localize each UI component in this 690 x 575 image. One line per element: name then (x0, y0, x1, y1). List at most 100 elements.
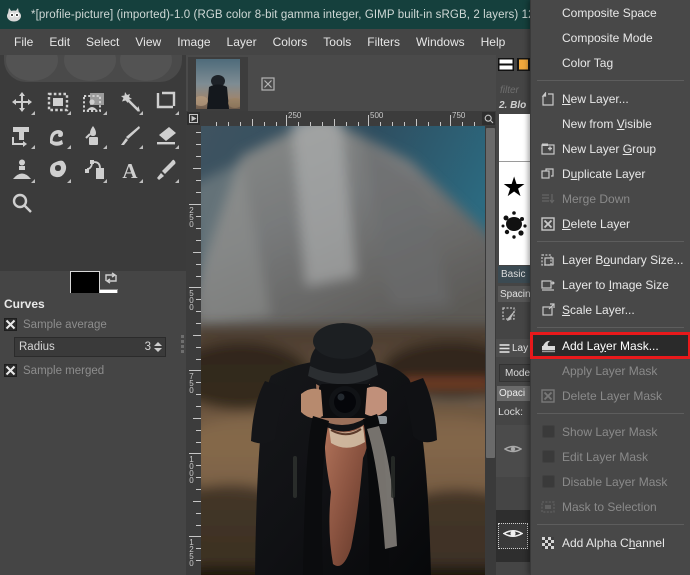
paintbrush-tool-icon[interactable] (112, 119, 148, 153)
menu-item-composite-mode[interactable]: Composite Mode (531, 25, 690, 50)
brush-list-separator (499, 161, 530, 162)
zoom-tool-icon[interactable] (4, 187, 40, 221)
checkbox-checked-icon-2[interactable] (4, 364, 17, 377)
menu-item-layer-to-image-size[interactable]: Layer to Image Size (531, 272, 690, 297)
brush-filter-label: filter (500, 85, 519, 96)
ruler-h-label-500: 500 (370, 111, 384, 120)
menu-item-mask-to-selection: Mask to Selection (531, 494, 690, 519)
gradients-tab-icon[interactable] (516, 57, 530, 71)
layer-boundary-size-icon (539, 252, 557, 268)
layer-mode-dropdown[interactable]: Mode (499, 364, 530, 382)
brush-star-icon[interactable]: ★ (502, 174, 526, 201)
menu-separator-3 (537, 327, 684, 328)
menu-item-composite-space[interactable]: Composite Space (531, 0, 690, 25)
bucket-fill-tool-icon[interactable] (40, 119, 76, 153)
layer-opacity-label: Opaci (497, 386, 530, 401)
menu-item-add-layer-mask[interactable]: Add Layer Mask... (530, 332, 690, 359)
menubar-item-edit[interactable]: Edit (41, 32, 78, 53)
clone-tool-icon[interactable] (4, 153, 40, 187)
transform-tool-icon[interactable] (4, 119, 40, 153)
menubar-item-windows[interactable]: Windows (408, 32, 473, 53)
edit-brush-icon[interactable] (502, 307, 518, 323)
layer-list-item-2-selected[interactable] (496, 510, 530, 562)
text-tool-icon[interactable]: A (112, 153, 148, 187)
new-layer-icon (539, 91, 557, 107)
menu-label-new-from-visible: New from Visible (562, 116, 652, 131)
menu-label-new-layer: New Layer... (562, 91, 629, 106)
menu-item-layer-boundary-size[interactable]: Layer Boundary Size... (531, 247, 690, 272)
menubar-item-select[interactable]: Select (78, 32, 127, 53)
menu-label-new-layer-group: New Layer Group (562, 141, 657, 156)
layers-tab[interactable]: Lay (496, 339, 530, 357)
panel-resize-grip[interactable] (181, 335, 184, 353)
brushes-tab-icon[interactable] (498, 57, 514, 71)
brush-spacing-label[interactable]: Spacin (498, 286, 530, 302)
gimp-window: *[profile-picture] (imported)-1.0 (RGB c… (0, 0, 690, 575)
close-tab-icon[interactable] (261, 77, 275, 91)
spinner-arrows-icon[interactable] (154, 342, 165, 352)
option-row-sample-merged[interactable]: Sample merged (0, 360, 186, 381)
brush-tag-basic[interactable]: Basic (498, 266, 530, 283)
vertical-ruler[interactable]: 250 500 750 1000 1250 (186, 126, 201, 575)
menubar-item-help[interactable]: Help (473, 32, 514, 53)
menu-label-composite-space: Composite Space (562, 5, 657, 20)
gradient-tool-icon[interactable] (76, 119, 112, 153)
menu-item-color-tag[interactable]: Color Tag (531, 50, 690, 75)
menubar-item-filters[interactable]: Filters (359, 32, 408, 53)
ruler-v-label-250: 250 (187, 206, 196, 227)
menu-item-new-layer-group[interactable]: New Layer Group (531, 136, 690, 161)
tool-options-title: Curves (4, 297, 45, 311)
menu-label-add-alpha-channel: Add Alpha Channel (562, 535, 665, 550)
navigate-image-icon[interactable] (187, 112, 200, 125)
scrollbar-thumb[interactable] (486, 128, 495, 458)
layer-context-menu: Composite Space Composite Mode Color Tag… (530, 0, 690, 575)
menubar-item-tools[interactable]: Tools (315, 32, 359, 53)
zoom-image-icon[interactable] (482, 112, 495, 125)
checkbox-checked-icon[interactable] (4, 318, 17, 331)
swap-colors-icon[interactable] (104, 271, 118, 285)
menu-item-delete-layer[interactable]: Delete Layer (531, 211, 690, 236)
color-picker-tool-icon[interactable] (148, 153, 184, 187)
foreground-select-tool-icon[interactable] (76, 85, 112, 119)
layer-visibility-eye-icon-selected[interactable] (498, 523, 528, 549)
crop-tool-icon[interactable] (148, 85, 184, 119)
checkbox-unchecked-icon-3 (539, 474, 557, 490)
menu-label-composite-mode: Composite Mode (562, 30, 653, 45)
smudge-tool-icon[interactable] (40, 153, 76, 187)
image-canvas[interactable] (201, 126, 485, 575)
menubar-item-image[interactable]: Image (169, 32, 218, 53)
radius-spinner[interactable]: Radius 3 (14, 337, 166, 357)
eraser-tool-icon[interactable] (148, 119, 184, 153)
move-tool-icon[interactable] (4, 85, 40, 119)
add-alpha-channel-icon (539, 535, 557, 551)
radius-label: Radius (19, 341, 55, 353)
delete-layer-icon (539, 216, 557, 232)
menubar-item-colors[interactable]: Colors (265, 32, 316, 53)
brush-splatter-icon[interactable] (501, 210, 528, 240)
layer-list-item-1[interactable] (496, 425, 530, 477)
brush-list[interactable]: ★ (499, 114, 530, 265)
canvas-vertical-scrollbar[interactable] (485, 126, 496, 575)
sample-merged-label: Sample merged (23, 364, 105, 377)
paths-tool-icon[interactable] (76, 153, 112, 187)
menu-item-scale-layer[interactable]: Scale Layer... (531, 297, 690, 322)
image-tab-thumbnail[interactable] (188, 57, 248, 111)
menu-item-add-alpha-channel[interactable]: Add Alpha Channel (531, 530, 690, 555)
rectangle-select-tool-icon[interactable] (40, 85, 76, 119)
menubar-item-layer[interactable]: Layer (219, 32, 265, 53)
fuzzy-select-tool-icon[interactable] (112, 85, 148, 119)
horizontal-ruler[interactable]: 250 500 750 (186, 111, 496, 126)
menubar-item-file[interactable]: File (6, 32, 41, 53)
toolbox-header (4, 55, 182, 82)
menu-label-mask-to-selection: Mask to Selection (562, 499, 657, 514)
menu-item-duplicate-layer[interactable]: Duplicate Layer (531, 161, 690, 186)
option-row-sample-average[interactable]: Sample average (0, 314, 186, 335)
menu-item-new-from-visible[interactable]: New from Visible (531, 111, 690, 136)
menu-label-color-tag: Color Tag (562, 55, 614, 70)
layer-visibility-eye-icon[interactable] (503, 442, 523, 460)
menu-item-show-layer-mask: Show Layer Mask (531, 419, 690, 444)
scale-layer-icon (539, 302, 557, 318)
ruler-h-label-750: 750 (452, 111, 466, 120)
menubar-item-view[interactable]: View (127, 32, 169, 53)
menu-item-new-layer[interactable]: New Layer... (531, 86, 690, 111)
